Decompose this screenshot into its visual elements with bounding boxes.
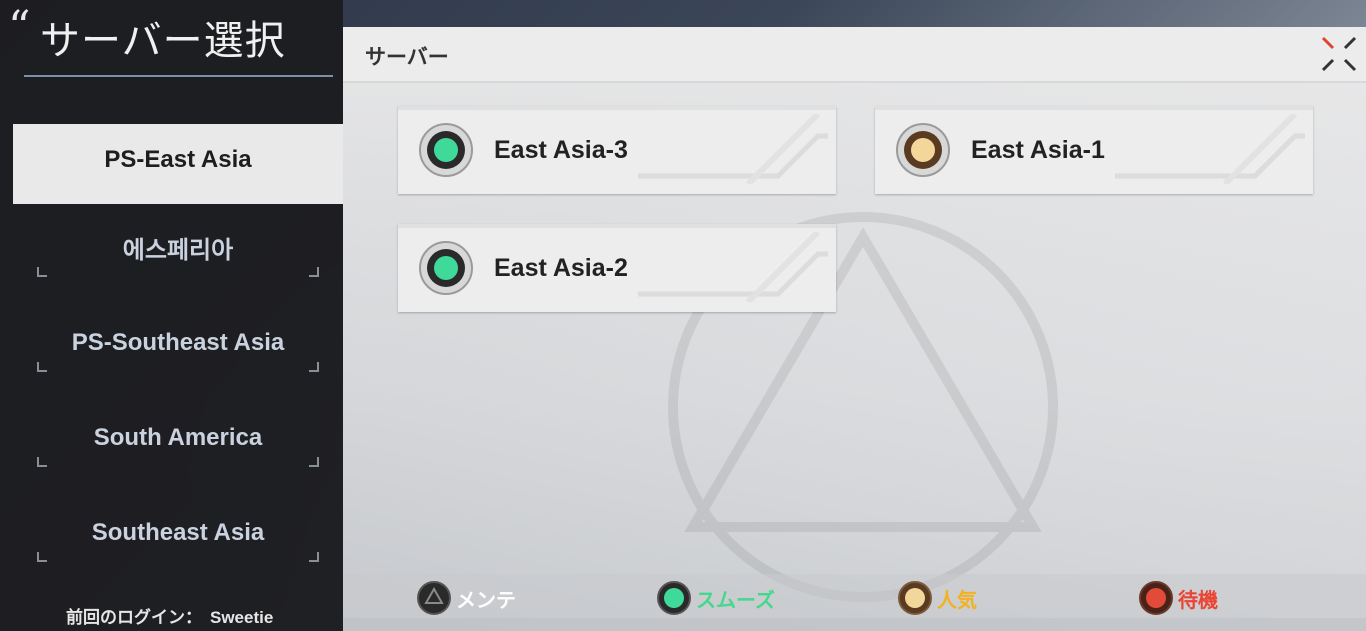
card-stripe [398, 106, 836, 110]
status-smooth-icon [419, 123, 473, 177]
close-x-icon [1321, 36, 1357, 72]
last-login-label: 前回のログイン： [66, 608, 202, 627]
server-name: East Asia-2 [494, 254, 628, 282]
legend-item-popular: 人気 [897, 580, 977, 616]
bottom-strip [343, 618, 1366, 631]
region-item-south-america[interactable]: South America [13, 394, 343, 489]
corner-bracket-icon [309, 552, 319, 562]
region-item-esperia[interactable]: 에스페리아 [13, 204, 343, 299]
status-maintenance-icon [417, 581, 451, 615]
corner-bracket-icon [37, 457, 47, 467]
region-item-southeast-asia[interactable]: Southeast Asia [13, 489, 343, 584]
server-name: East Asia-3 [494, 136, 628, 164]
corner-bracket-icon [309, 267, 319, 277]
legend-label: メンテ [456, 587, 516, 612]
legend-label: 待機 [1178, 587, 1218, 612]
card-decoration [638, 114, 828, 184]
legend-item-maintenance: メンテ [416, 580, 516, 616]
region-label: PS-Southeast Asia [71, 328, 285, 356]
server-panel-title: サーバー [365, 45, 449, 69]
server-card-east-asia-2[interactable]: East Asia-2 [398, 224, 836, 312]
status-legend: メンテ スムーズ 人気 待機 [343, 574, 1366, 618]
title-underline [24, 75, 333, 77]
quote-mark-icon: “ [8, 2, 31, 53]
status-waiting-icon [1139, 581, 1173, 615]
last-login-user: Sweetie [210, 608, 274, 627]
status-popular-icon [896, 123, 950, 177]
corner-bracket-icon [309, 362, 319, 372]
region-item-ps-east-asia[interactable]: PS-East Asia [13, 124, 343, 204]
legend-label: スムーズ [696, 587, 775, 612]
status-smooth-icon [419, 241, 473, 295]
region-label: PS-East Asia [104, 146, 252, 173]
corner-bracket-icon [309, 457, 319, 467]
server-name: East Asia-1 [971, 136, 1105, 164]
last-login: 前回のログイン： Sweetie [66, 603, 273, 628]
region-item-ps-southeast-asia[interactable]: PS-Southeast Asia [13, 299, 343, 394]
card-stripe [875, 106, 1313, 110]
card-stripe [398, 224, 836, 228]
corner-bracket-icon [37, 362, 47, 372]
card-decoration [1115, 114, 1305, 184]
server-panel-header: サーバー [343, 27, 1366, 83]
region-label: Southeast Asia [91, 518, 265, 546]
server-panel: サーバー East Asia-3 East Asia-1 East Asia-2 [343, 27, 1366, 631]
legend-label: 人気 [937, 587, 977, 612]
card-decoration [638, 232, 828, 302]
region-list: PS-East Asia 에스페리아 PS-Southeast Asia Sou… [13, 124, 343, 584]
legend-item-waiting: 待機 [1138, 580, 1218, 616]
server-card-east-asia-3[interactable]: East Asia-3 [398, 106, 836, 194]
corner-bracket-icon [37, 267, 47, 277]
region-sidebar: “ サーバー選択 PS-East Asia 에스페리아 PS-Southeast… [0, 0, 343, 631]
status-smooth-icon [657, 581, 691, 615]
corner-bracket-icon [37, 552, 47, 562]
status-popular-icon [898, 581, 932, 615]
legend-item-smooth: スムーズ [656, 580, 775, 616]
region-label: South America [93, 423, 263, 451]
region-label: 에스페리아 [122, 237, 234, 264]
server-card-east-asia-1[interactable]: East Asia-1 [875, 106, 1313, 194]
close-button[interactable] [1317, 32, 1361, 76]
screen-title: サーバー選択 [40, 18, 286, 64]
